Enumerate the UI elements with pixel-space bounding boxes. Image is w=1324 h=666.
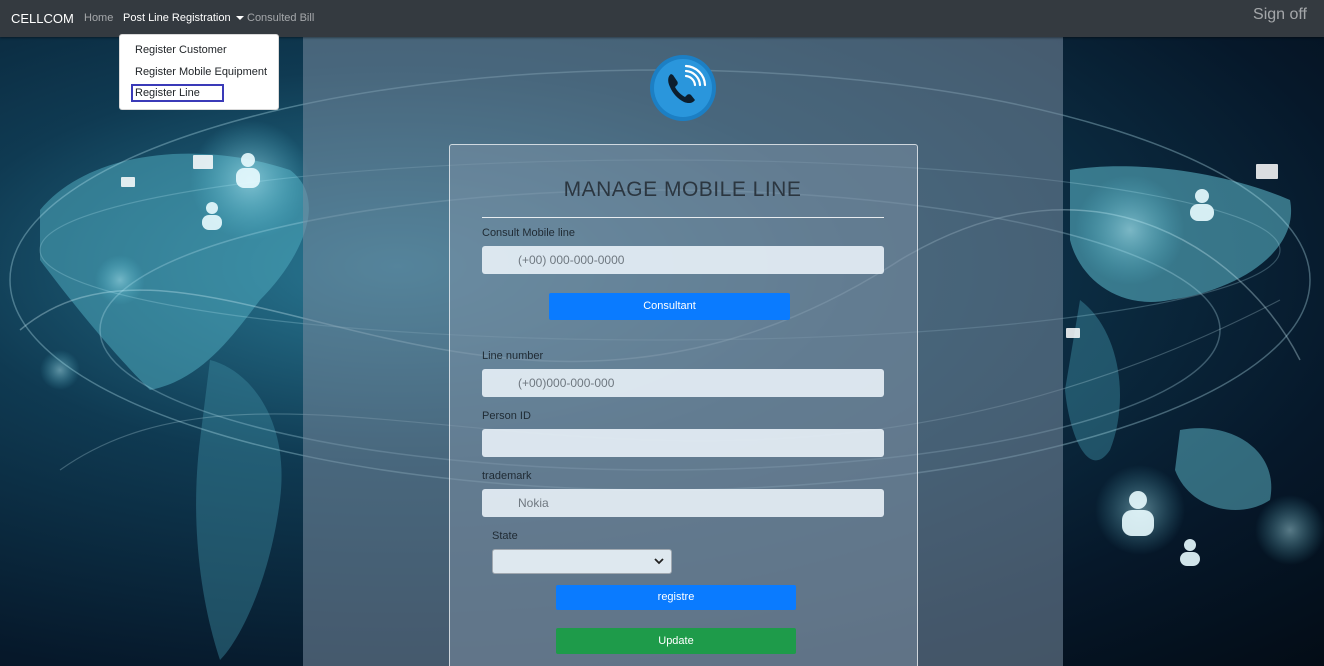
menu-item-register-line[interactable]: Register Line [131, 84, 224, 102]
register-button[interactable]: registre [556, 585, 796, 610]
consult-mobile-line-input[interactable]: (+00) 000-000-0000 [482, 246, 884, 274]
form-title: MANAGE MOBILE LINE [563, 178, 802, 201]
line-number-input[interactable]: (+00)000-000-000 [482, 369, 884, 397]
sign-off-link[interactable]: Sign off [1253, 6, 1307, 24]
nav-post-line-registration-dropdown[interactable]: Post Line Registration [123, 12, 244, 24]
state-label: State [492, 530, 518, 542]
update-button[interactable]: Update [556, 628, 796, 654]
trademark-label: trademark [482, 470, 532, 482]
nav-post-line-registration-label: Post Line Registration [123, 12, 231, 24]
caret-down-icon [235, 16, 244, 21]
post-line-registration-menu: Register Customer Register Mobile Equipm… [119, 34, 279, 110]
brand-logo-text[interactable]: CELLCOM [11, 11, 74, 26]
menu-item-register-customer[interactable]: Register Customer [135, 44, 227, 56]
phone-call-icon [650, 55, 716, 121]
consult-button[interactable]: Consultant [549, 293, 790, 320]
nav-home-link[interactable]: Home [84, 12, 113, 24]
trademark-input[interactable]: Nokia [482, 489, 884, 517]
person-id-label: Person ID [482, 410, 531, 422]
state-select[interactable] [492, 549, 672, 574]
title-divider [482, 217, 884, 218]
line-number-label: Line number [482, 350, 544, 362]
top-navbar: CELLCOM Home Post Line Registration Cons… [0, 0, 1324, 37]
consult-mobile-line-label: Consult Mobile line [482, 227, 575, 239]
chevron-down-icon [654, 558, 664, 565]
person-id-input[interactable] [482, 429, 884, 457]
nav-consulted-bill-link[interactable]: Consulted Bill [247, 12, 314, 24]
menu-item-register-mobile-equipment[interactable]: Register Mobile Equipment [135, 66, 267, 78]
